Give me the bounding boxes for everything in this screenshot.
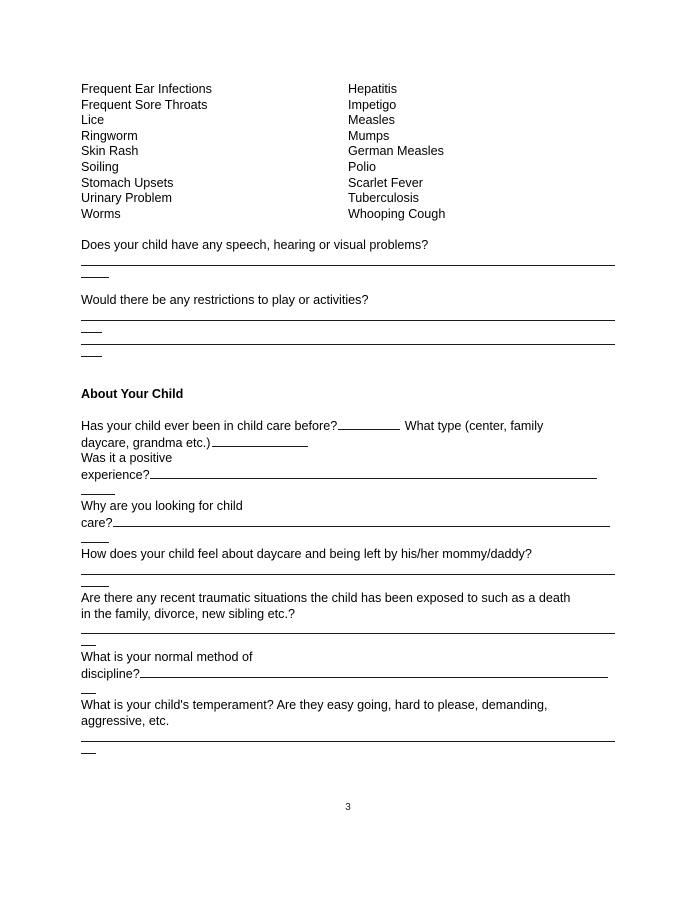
answer-line[interactable] (81, 319, 615, 321)
question-text: discipline? (81, 666, 140, 681)
question-traumatic-situations: Are there any recent traumatic situation… (81, 591, 615, 647)
condition-item: Scarlet Fever (348, 175, 423, 190)
condition-item: Measles (348, 113, 395, 128)
question-text-part2: What type (center, family (404, 418, 544, 433)
answer-line-continuation[interactable] (81, 586, 109, 588)
question-child-temperament: What is your child's temperament? Are th… (81, 698, 615, 754)
answer-blank-discipline[interactable] (139, 666, 608, 678)
condition-item: Lice (81, 113, 105, 128)
answer-line-continuation[interactable] (81, 645, 96, 647)
question-label-continued: discipline? (81, 666, 615, 683)
question-label-continued: experience? (81, 467, 615, 484)
question-label-continued: daycare, grandma etc.) (81, 435, 615, 452)
question-speech-hearing-visual: Does your child have any speech, hearing… (81, 238, 615, 278)
document-page: Frequent Ear Infections Frequent Sore Th… (0, 0, 696, 900)
condition-item: Soiling (81, 159, 119, 174)
question-label-continued: aggressive, etc. (81, 714, 170, 729)
condition-item: Stomach Upsets (81, 175, 174, 190)
condition-item: Mumps (348, 128, 390, 143)
condition-item: Ringworm (81, 128, 138, 143)
question-label: What is your child's temperament? Are th… (81, 698, 548, 713)
answer-line[interactable] (81, 343, 615, 345)
answer-line-continuation[interactable] (81, 331, 102, 333)
condition-item: Polio (348, 159, 377, 174)
condition-item: Urinary Problem (81, 191, 172, 206)
answer-blank-childcare-before[interactable] (338, 418, 401, 430)
question-label: Why are you looking for child (81, 499, 243, 514)
answer-line[interactable] (81, 574, 615, 576)
question-label: Does your child have any speech, hearing… (81, 237, 429, 252)
answer-blank-positive-experience[interactable] (149, 467, 597, 479)
answer-blank-why-looking[interactable] (112, 515, 610, 527)
answer-line[interactable] (81, 740, 615, 742)
page-content: Frequent Ear Infections Frequent Sore Th… (81, 82, 615, 754)
answer-line-continuation[interactable] (81, 276, 109, 278)
conditions-right-column: Hepatitis Impetigo Measles Mumps German … (348, 82, 615, 222)
condition-item: Frequent Sore Throats (81, 97, 208, 112)
answer-line-continuation[interactable] (81, 542, 109, 544)
question-label: What is your normal method of (81, 650, 253, 665)
answer-line[interactable] (81, 264, 615, 266)
question-label: Are there any recent traumatic situation… (81, 591, 571, 606)
conditions-left-column: Frequent Ear Infections Frequent Sore Th… (81, 82, 348, 222)
question-label: How does your child feel about daycare a… (81, 547, 532, 562)
question-feel-about-daycare: How does your child feel about daycare a… (81, 547, 615, 588)
question-text-part3: daycare, grandma etc.) (81, 435, 211, 450)
question-text: care? (81, 515, 113, 530)
question-label: Has your child ever been in child care b… (81, 418, 615, 435)
question-label-continued: in the family, divorce, new sibling etc.… (81, 606, 295, 621)
condition-item: Whooping Cough (348, 206, 446, 221)
question-label-continued: care? (81, 515, 615, 532)
condition-item: Hepatitis (348, 82, 397, 96)
condition-item: Skin Rash (81, 144, 139, 159)
condition-item: German Measles (348, 144, 444, 159)
page-number: 3 (345, 802, 351, 813)
answer-line-continuation[interactable] (81, 693, 96, 695)
answer-line[interactable] (81, 633, 615, 635)
condition-item: Impetigo (348, 97, 397, 112)
condition-item: Worms (81, 206, 121, 221)
question-why-looking: Why are you looking for child care? (81, 499, 615, 544)
question-label: Would there be any restrictions to play … (81, 293, 369, 308)
answer-line-continuation[interactable] (81, 355, 102, 357)
answer-line-continuation[interactable] (81, 752, 96, 754)
question-childcare-before: Has your child ever been in child care b… (81, 418, 615, 451)
answer-line-continuation[interactable] (81, 494, 115, 496)
question-text: experience? (81, 467, 150, 482)
condition-item: Frequent Ear Infections (81, 82, 212, 96)
question-positive-experience: Was it a positive experience? (81, 451, 615, 496)
question-label: Was it a positive (81, 451, 173, 466)
section-heading-about-your-child: About Your Child (81, 386, 184, 401)
answer-blank-childcare-type[interactable] (211, 435, 308, 447)
condition-item: Tuberculosis (348, 191, 419, 206)
conditions-checklist: Frequent Ear Infections Frequent Sore Th… (81, 82, 615, 222)
question-discipline-method: What is your normal method of discipline… (81, 650, 615, 695)
question-play-restrictions: Would there be any restrictions to play … (81, 293, 615, 357)
question-text-part1: Has your child ever been in child care b… (81, 418, 338, 433)
